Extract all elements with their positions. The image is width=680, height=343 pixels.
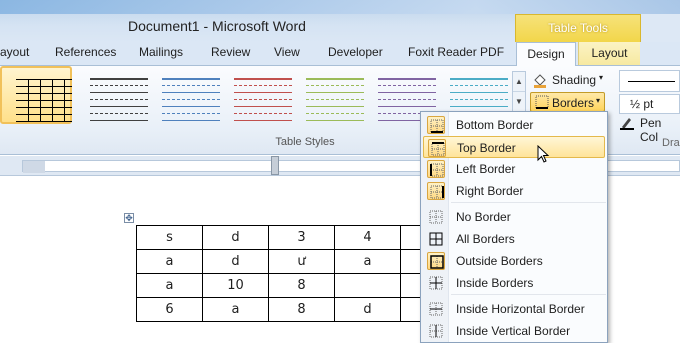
ribbon-tab-row: ayout References Mailings Review View De…	[0, 42, 680, 66]
tab-references[interactable]: References	[55, 45, 116, 59]
table-cell[interactable]: 6	[136, 297, 203, 322]
borders-icon	[535, 95, 549, 109]
menu-item-top-border[interactable]: Top Border	[423, 136, 605, 158]
indent-marker[interactable]	[271, 156, 279, 175]
menu-item-label: All Borders	[456, 232, 515, 246]
table-move-handle-icon[interactable]: ✥	[124, 213, 134, 223]
table-cell[interactable]: d	[202, 225, 269, 250]
menu-separator	[451, 294, 606, 295]
table-style-thumbnail[interactable]	[86, 75, 152, 125]
table-row[interactable]: a 10 8	[136, 273, 423, 298]
tab-foxit-reader-pdf[interactable]: Foxit Reader PDF	[408, 45, 504, 59]
table-cell[interactable]: a	[202, 297, 269, 322]
table-cell[interactable]: d	[202, 249, 269, 274]
top-border-icon	[428, 139, 446, 157]
tab-table-layout[interactable]: Layout	[578, 42, 640, 65]
title-bar-filler	[641, 14, 680, 42]
no-border-icon	[427, 208, 445, 226]
window-title: Document1 - Microsoft Word	[128, 18, 306, 34]
mouse-cursor-icon	[537, 145, 550, 163]
menu-item-left-border[interactable]: Left Border	[423, 158, 605, 180]
table-cell[interactable]: ư	[268, 249, 335, 274]
menu-item-label: No Border	[456, 210, 511, 224]
table-row[interactable]: adưa	[136, 249, 423, 274]
table-row[interactable]: 6a8d	[136, 297, 423, 322]
menu-item-bottom-border[interactable]: Bottom Border	[423, 114, 605, 136]
menu-item-label: Bottom Border	[456, 118, 534, 132]
table-cell[interactable]: a	[136, 273, 203, 298]
tab-design[interactable]: Design	[516, 42, 576, 66]
menu-item-label: Right Border	[456, 184, 524, 198]
menu-item-inside-horizontal-border[interactable]: Inside Horizontal Border	[423, 298, 605, 320]
chevron-down-icon: ▾	[599, 73, 604, 82]
line-style-sample	[628, 81, 675, 82]
tab-review[interactable]: Review	[211, 45, 250, 59]
menu-separator	[451, 202, 606, 203]
menu-item-no-border[interactable]: No Border	[423, 206, 605, 228]
tab-mailings[interactable]: Mailings	[139, 45, 183, 59]
table-style-thumbnail[interactable]	[302, 75, 368, 125]
table-cell[interactable]: s	[136, 225, 203, 250]
table-cell[interactable]: 3	[268, 225, 335, 250]
table-cell[interactable]: d	[334, 297, 401, 322]
table-cell[interactable]: 8	[268, 273, 335, 298]
table-cell[interactable]: a	[136, 249, 203, 274]
shading-label: Shading	[552, 73, 597, 87]
table-cell[interactable]	[334, 273, 401, 298]
gallery-down-icon[interactable]: ▼	[513, 92, 525, 112]
bottom-border-icon	[427, 116, 445, 134]
all-borders-icon	[427, 230, 445, 248]
menu-item-outside-borders[interactable]: Outside Borders	[423, 250, 605, 272]
menu-item-label: Left Border	[456, 162, 516, 176]
pen-color-label: Pen Col	[640, 116, 662, 144]
shading-bucket-icon	[534, 74, 546, 88]
table-cell[interactable]: a	[334, 249, 401, 274]
tab-view[interactable]: View	[274, 45, 300, 59]
chevron-down-icon: ▾	[596, 96, 601, 105]
menu-item-inside-borders[interactable]: Inside Borders	[423, 272, 605, 294]
menu-item-label: Inside Borders	[456, 276, 534, 290]
ruler-margin	[23, 161, 45, 173]
table-tools-group-label: Table Tools	[515, 14, 641, 42]
table-cell[interactable]: 4	[334, 225, 401, 250]
inside-borders-icon	[427, 274, 445, 292]
menu-item-all-borders[interactable]: All Borders	[423, 228, 605, 250]
table-cell[interactable]: 10	[202, 273, 269, 298]
right-border-icon	[427, 182, 445, 200]
table-cell[interactable]: 8	[268, 297, 335, 322]
menu-item-label: Top Border	[457, 141, 516, 155]
borders-dropdown-menu: Bottom Border Top Border Left Border Right …	[420, 111, 608, 343]
inside-vertical-border-icon	[427, 322, 445, 340]
tab-page-layout[interactable]: ayout	[0, 45, 29, 59]
outside-borders-icon	[427, 252, 445, 270]
document-table[interactable]: s d 3 4 a d ư a a 10 8 6 a 8 d	[136, 225, 423, 322]
group-label-table-styles: Table Styles	[275, 136, 335, 148]
menu-item-inside-vertical-border[interactable]: Inside Vertical Border	[423, 320, 605, 342]
menu-item-label: Inside Vertical Border	[456, 324, 571, 338]
menu-item-right-border[interactable]: Right Border	[423, 180, 605, 202]
shading-button[interactable]: Shading ▾	[532, 71, 608, 91]
title-bar: Document1 - Microsoft Word Table Tools	[0, 0, 680, 42]
pen-icon	[620, 118, 634, 130]
table-row[interactable]: sd34	[136, 225, 423, 250]
line-style-select[interactable]	[619, 70, 680, 92]
title-bar-background	[0, 0, 680, 14]
table-style-thumbnail[interactable]	[230, 75, 296, 125]
borders-button[interactable]: Borders ▾	[530, 92, 605, 112]
gallery-up-icon[interactable]: ▲	[513, 72, 525, 92]
menu-item-label: Inside Horizontal Border	[456, 302, 585, 316]
menu-item-label: Outside Borders	[456, 254, 543, 268]
line-weight-select[interactable]: ½ pt	[619, 94, 680, 114]
table-style-thumbnail[interactable]	[12, 76, 76, 126]
tab-developer[interactable]: Developer	[328, 45, 383, 59]
borders-label: Borders	[552, 96, 595, 110]
left-border-icon	[427, 160, 445, 178]
group-label-draw-borders: Dra	[662, 137, 680, 149]
inside-horizontal-border-icon	[427, 300, 445, 318]
table-style-thumbnail[interactable]	[158, 75, 224, 125]
